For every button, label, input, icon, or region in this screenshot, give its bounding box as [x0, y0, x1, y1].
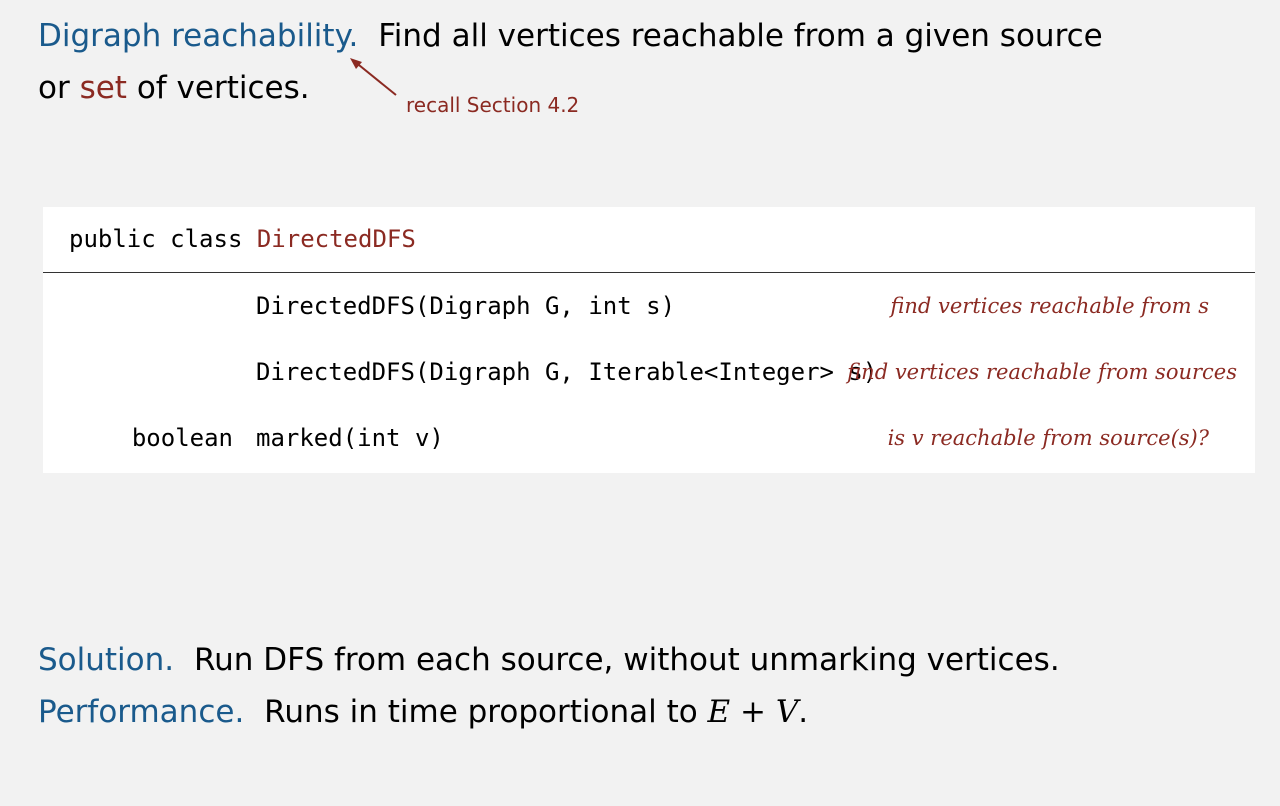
intro-text-or: or: [38, 70, 70, 106]
api-signature: marked(int v): [256, 424, 444, 452]
api-header-prefix: public class: [69, 225, 243, 253]
set-keyword: set: [79, 70, 127, 106]
section-note: recall Section 4.2: [406, 93, 580, 117]
performance-period: .: [798, 694, 809, 730]
api-description: find vertices reachable from sources: [847, 360, 1237, 384]
api-row: DirectedDFS(Digraph G, Iterable<Integer>…: [43, 354, 1255, 390]
api-row: DirectedDFS(Digraph G, int s) find verti…: [43, 288, 1255, 324]
intro-line-2: or set of vertices.: [38, 66, 310, 110]
api-description: find vertices reachable from s: [890, 294, 1209, 318]
performance-math: E + V: [707, 694, 799, 730]
api-description: is v reachable from source(s)?: [887, 426, 1209, 450]
performance-term: Performance.: [38, 694, 245, 730]
intro-line-1: Digraph reachability. Find all vertices …: [38, 14, 1103, 58]
api-header: public class DirectedDFS: [69, 221, 416, 257]
api-divider: [43, 272, 1255, 273]
api-row: boolean marked(int v) is v reachable fro…: [43, 420, 1255, 456]
arrow-icon: [350, 58, 397, 96]
api-signature: DirectedDFS(Digraph G, Iterable<Integer>…: [256, 358, 878, 386]
solution-term: Solution.: [38, 642, 175, 678]
api-class-name: DirectedDFS: [256, 225, 416, 253]
api-return-type: boolean: [131, 424, 233, 452]
reachability-definition: Find all vertices reachable from a given…: [378, 18, 1103, 54]
api-table: public class DirectedDFS DirectedDFS(Dig…: [43, 207, 1255, 473]
performance-text: Runs in time proportional to: [264, 694, 698, 730]
api-signature: DirectedDFS(Digraph G, int s): [256, 292, 676, 320]
solution-text: Run DFS from each source, without unmark…: [194, 642, 1060, 678]
intro-text-of-vertices: of vertices.: [136, 70, 310, 106]
performance-line: Performance. Runs in time proportional t…: [38, 690, 808, 734]
reachability-term: Digraph reachability.: [38, 18, 359, 54]
solution-line: Solution. Run DFS from each source, with…: [38, 638, 1060, 682]
